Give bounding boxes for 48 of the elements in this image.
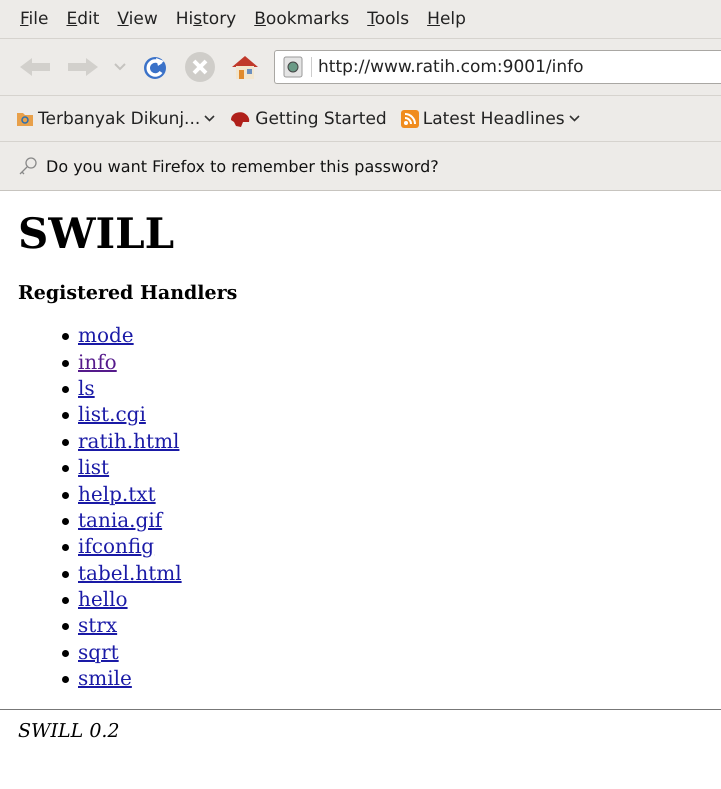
handler-link[interactable]: list.cgi bbox=[78, 402, 146, 426]
menu-item[interactable]: Tools bbox=[359, 9, 418, 29]
feed-icon bbox=[400, 110, 419, 128]
address-field[interactable]: http://www.ratih.com:9001/info bbox=[274, 50, 721, 84]
bullet-icon bbox=[62, 597, 69, 604]
bullet-icon bbox=[62, 492, 69, 499]
bullet-icon bbox=[62, 465, 69, 472]
menu-item[interactable]: Bookmarks bbox=[246, 9, 358, 29]
handler-link[interactable]: ls bbox=[78, 376, 95, 400]
chevron-down-icon[interactable] bbox=[114, 63, 126, 71]
section-heading: Registered Handlers bbox=[18, 282, 238, 304]
handler-link[interactable]: tabel.html bbox=[78, 560, 182, 585]
bookmark-logo-icon bbox=[229, 110, 252, 128]
menu-item[interactable]: File bbox=[12, 9, 56, 29]
menu-item[interactable]: History bbox=[168, 9, 244, 29]
bullet-icon bbox=[62, 570, 69, 578]
menu-item[interactable]: Help bbox=[419, 9, 474, 29]
handler-link[interactable]: help.txt bbox=[78, 482, 156, 506]
handler-link[interactable]: mode bbox=[78, 323, 134, 348]
bullet-icon bbox=[62, 623, 69, 630]
bullet-icon bbox=[62, 518, 69, 525]
notification-text: Do you want Firefox to remember this password? bbox=[46, 156, 439, 176]
bullet-icon bbox=[62, 386, 69, 393]
handler-link[interactable]: strx bbox=[78, 613, 118, 638]
handler-link[interactable]: ifconfig bbox=[78, 534, 154, 558]
handler-link[interactable]: tania.gif bbox=[78, 508, 162, 532]
bullet-icon bbox=[62, 438, 69, 446]
site-identity-icon[interactable] bbox=[283, 56, 303, 78]
bookmark-item[interactable]: Terbanyak Dikunj... bbox=[16, 108, 216, 128]
bullet-icon bbox=[62, 676, 69, 684]
handler-link[interactable]: list bbox=[78, 455, 110, 480]
bullet-icon bbox=[62, 650, 69, 657]
bullet-icon bbox=[62, 333, 69, 340]
key-icon bbox=[18, 156, 38, 176]
page-title: SWILL bbox=[18, 209, 174, 258]
bullet-icon bbox=[62, 544, 69, 552]
menu-item[interactable]: Edit bbox=[58, 9, 108, 29]
handler-link[interactable]: smile bbox=[78, 666, 132, 690]
bookmark-item[interactable]: Getting Started bbox=[229, 108, 387, 128]
bookmark-item[interactable]: Latest Headlines bbox=[400, 108, 580, 128]
bullet-icon bbox=[62, 360, 69, 367]
menu-item[interactable]: View bbox=[109, 9, 166, 29]
bullet-icon bbox=[62, 412, 69, 420]
handler-link[interactable]: info bbox=[78, 350, 117, 374]
footer-text: SWILL 0.2 bbox=[18, 720, 120, 742]
handler-link[interactable]: hello bbox=[78, 587, 128, 612]
handler-link[interactable]: ratih.html bbox=[78, 428, 180, 453]
handler-link[interactable]: sqrt bbox=[78, 640, 119, 664]
